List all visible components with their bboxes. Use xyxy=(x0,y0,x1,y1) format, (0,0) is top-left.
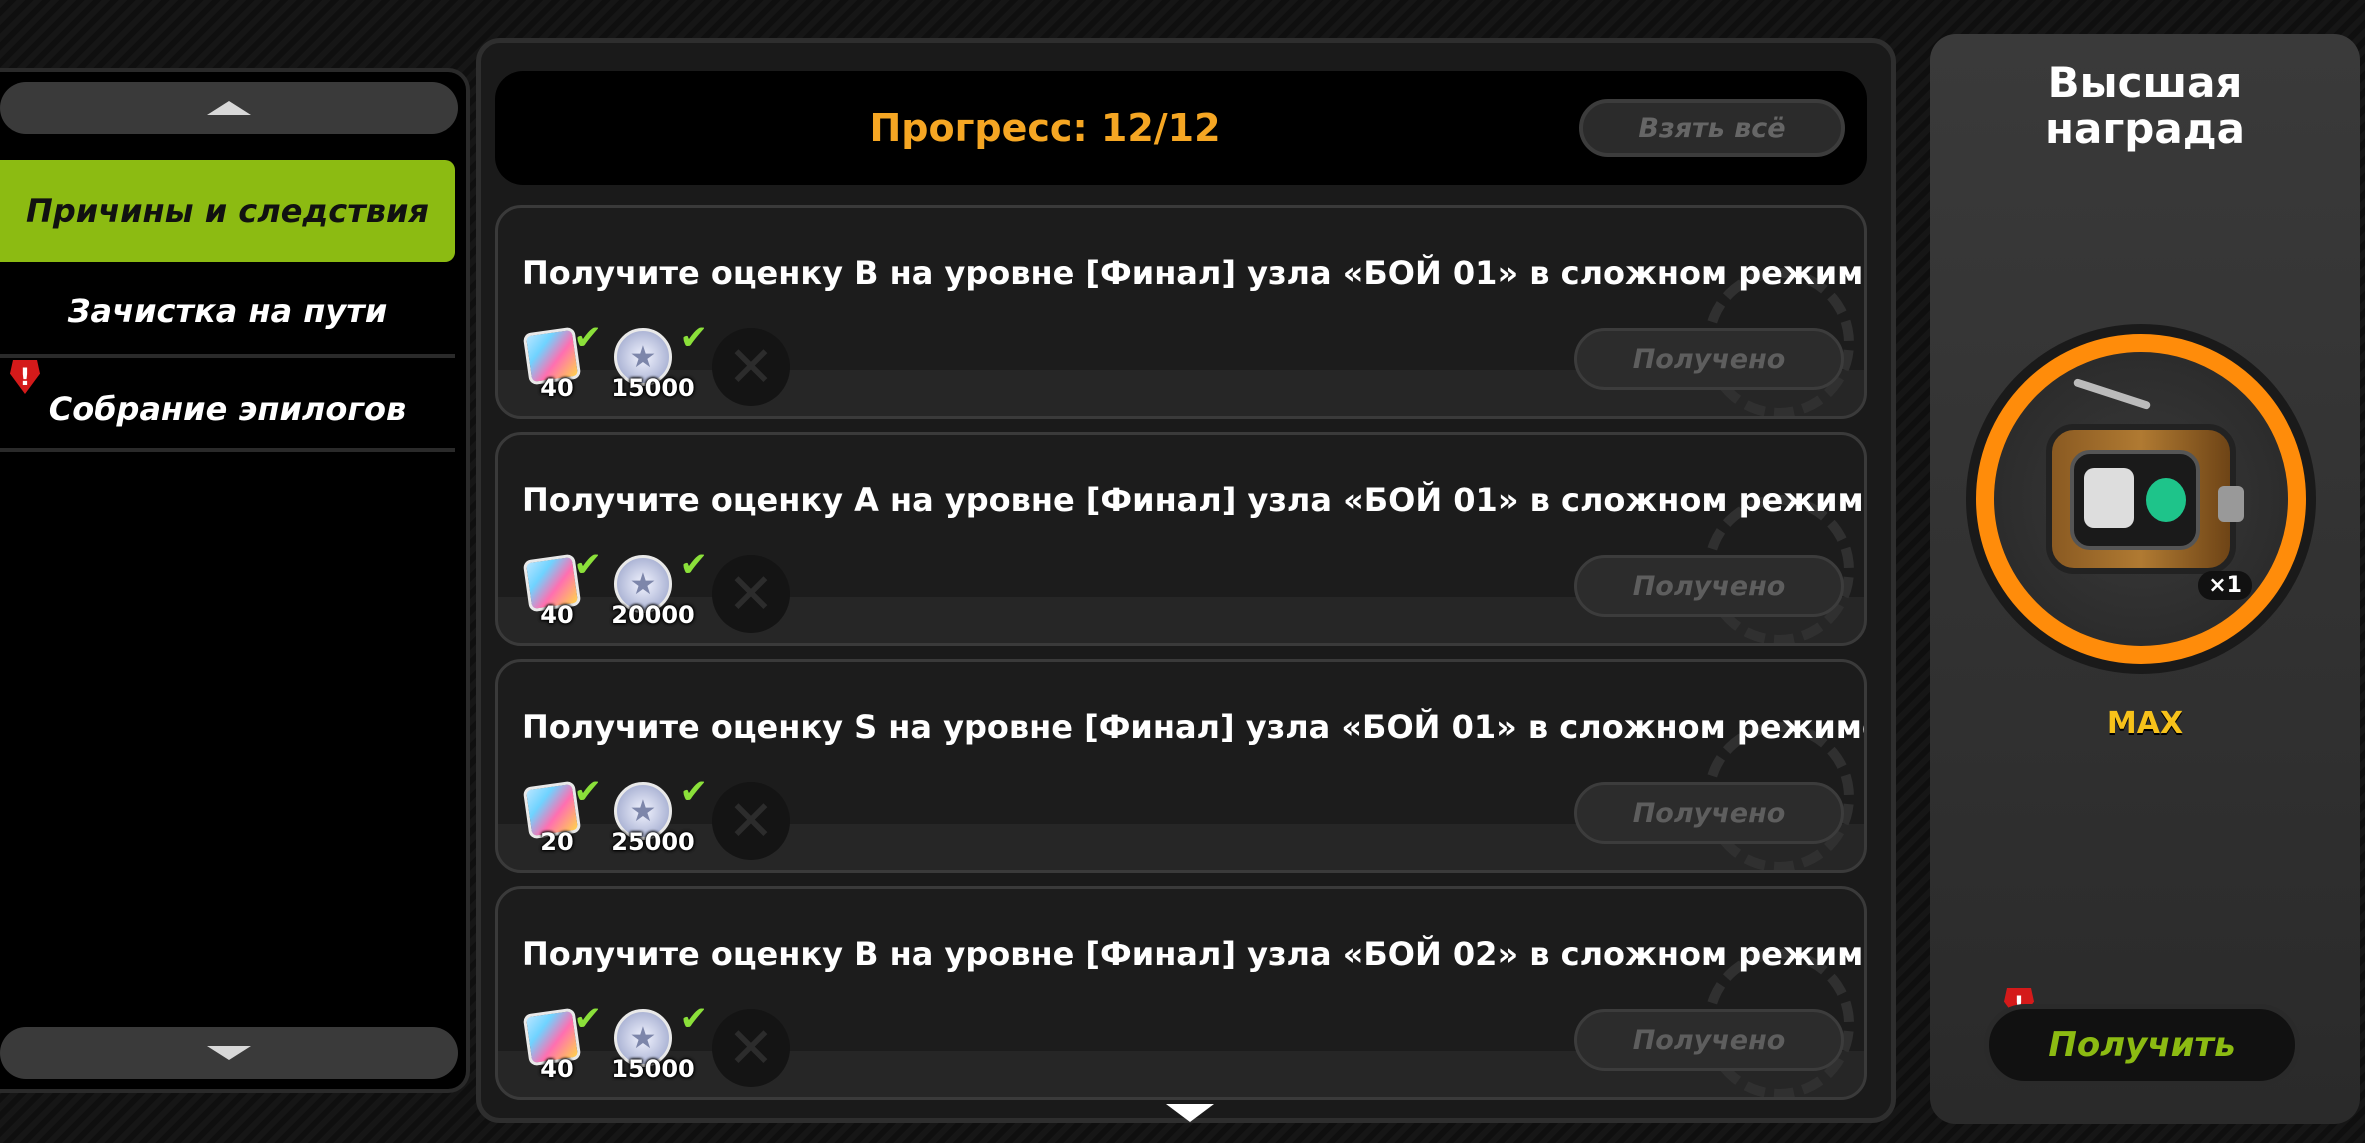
received-button[interactable]: Получено xyxy=(1574,782,1844,844)
sidebar-item-cleanup-on-path[interactable]: Зачистка на пути xyxy=(0,264,455,358)
task-title: Получите оценку B на уровне [Финал] узла… xyxy=(522,254,1867,292)
reward-ticket[interactable]: ✔ 40 xyxy=(522,545,602,629)
reward-coin[interactable]: ★ ✔ 25000 xyxy=(608,772,708,856)
progress-header: Прогресс: 12/12 Взять всё xyxy=(495,71,1867,185)
divider xyxy=(0,448,455,452)
reward-ticket[interactable]: ✔ 40 xyxy=(522,318,602,402)
task-title: Получите оценку S на уровне [Финал] узла… xyxy=(522,708,1867,746)
arrow-down-icon xyxy=(207,1046,251,1060)
reward-amount: 25000 xyxy=(611,828,695,856)
empty-reward-slot: ✕ xyxy=(712,328,790,406)
top-reward-title-line1: Высшая xyxy=(2047,58,2243,107)
top-reward-title: Высшая награда xyxy=(1930,60,2360,152)
sidebar-item-label: Причины и следствия xyxy=(26,192,429,230)
task-card: Получите оценку A на уровне [Финал] узла… xyxy=(495,432,1867,646)
reward-amount: 40 xyxy=(540,1055,574,1083)
sidebar-item-label: Собрание эпилогов xyxy=(48,390,407,428)
scroll-more-arrow-icon[interactable] xyxy=(1166,1104,1214,1122)
task-card: Получите оценку B на уровне [Финал] узла… xyxy=(495,886,1867,1100)
radio-screen xyxy=(2070,450,2200,550)
divider xyxy=(0,354,455,358)
reward-amount: 20000 xyxy=(611,601,695,629)
received-button[interactable]: Получено xyxy=(1574,555,1844,617)
task-panel: Прогресс: 12/12 Взять всё Получите оценк… xyxy=(476,38,1896,1123)
empty-reward-slot: ✕ xyxy=(712,782,790,860)
sidebar-item-epilogue-collection[interactable]: Собрание эпилогов xyxy=(0,362,455,456)
reward-coin[interactable]: ★ ✔ 15000 xyxy=(608,999,708,1083)
top-reward-panel: Высшая награда ×1 MAX ! Получить xyxy=(1930,34,2360,1124)
empty-reward-slot: ✕ xyxy=(712,555,790,633)
reward-amount: 40 xyxy=(540,601,574,629)
progress-label: Прогресс: 12/12 xyxy=(869,106,1221,150)
task-title: Получите оценку A на уровне [Финал] узла… xyxy=(522,481,1867,519)
check-icon: ✔ xyxy=(573,772,603,812)
reward-amount: 20 xyxy=(540,828,574,856)
check-icon: ✔ xyxy=(573,999,603,1039)
top-reward-title-line2: награда xyxy=(2045,104,2245,153)
reward-ticket[interactable]: ✔ 40 xyxy=(522,999,602,1083)
reward-amount: 15000 xyxy=(611,374,695,402)
received-button[interactable]: Получено xyxy=(1574,1009,1844,1071)
check-icon: ✔ xyxy=(679,318,709,358)
radio-icon xyxy=(2046,377,2244,574)
scroll-up-button[interactable] xyxy=(0,82,458,134)
scroll-down-button[interactable] xyxy=(0,1027,458,1079)
reward-coin[interactable]: ★ ✔ 20000 xyxy=(608,545,708,629)
get-reward-button[interactable]: Получить xyxy=(1984,1004,2300,1086)
top-reward-item[interactable]: ×1 xyxy=(1966,324,2316,674)
sidebar-item-causes-and-effects[interactable]: Причины и следствия xyxy=(0,160,455,262)
check-icon: ✔ xyxy=(573,545,603,585)
radio-knob xyxy=(2218,486,2244,522)
check-icon: ✔ xyxy=(573,318,603,358)
empty-reward-slot: ✕ xyxy=(712,1009,790,1087)
reward-ticket[interactable]: ✔ 20 xyxy=(522,772,602,856)
check-icon: ✔ xyxy=(679,772,709,812)
reward-ring: ×1 xyxy=(1976,334,2306,664)
reward-amount: 40 xyxy=(540,374,574,402)
check-icon: ✔ xyxy=(679,999,709,1039)
check-icon: ✔ xyxy=(679,545,709,585)
antenna xyxy=(2072,377,2152,411)
received-button[interactable]: Получено xyxy=(1574,328,1844,390)
reward-coin[interactable]: ★ ✔ 15000 xyxy=(608,318,708,402)
take-all-button[interactable]: Взять всё xyxy=(1579,99,1845,157)
task-card: Получите оценку B на уровне [Финал] узла… xyxy=(495,205,1867,419)
task-title: Получите оценку B на уровне [Финал] узла… xyxy=(522,935,1867,973)
sidebar-item-label: Зачистка на пути xyxy=(67,292,388,330)
max-level-label: MAX xyxy=(2106,706,2184,741)
task-card: Получите оценку S на уровне [Финал] узла… xyxy=(495,659,1867,873)
arrow-up-icon xyxy=(207,101,251,115)
quantity-badge: ×1 xyxy=(2198,571,2252,600)
reward-amount: 15000 xyxy=(611,1055,695,1083)
category-sidebar: Причины и следствия Зачистка на пути Соб… xyxy=(0,68,470,1093)
